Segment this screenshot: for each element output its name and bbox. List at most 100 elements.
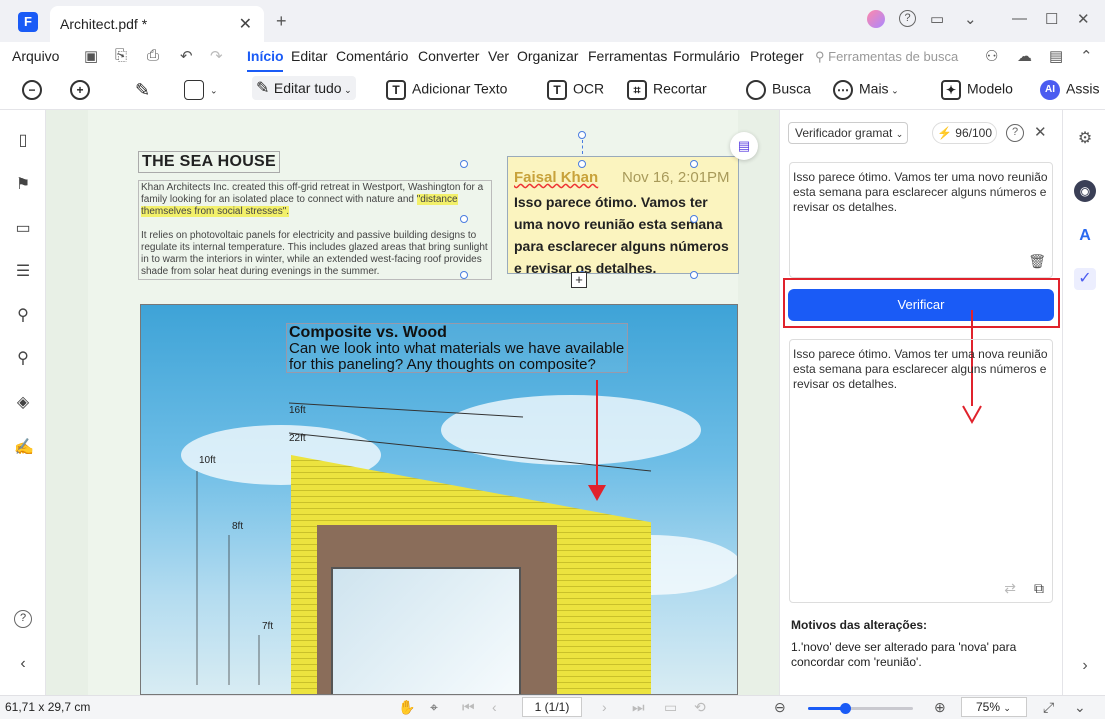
shape-button[interactable]: ⌄ — [184, 80, 218, 100]
page-thumbnail-icon[interactable]: ▯ — [14, 130, 32, 149]
collapse-ribbon-icon[interactable]: ⌃ — [1080, 47, 1093, 65]
translate-icon[interactable]: A — [1074, 225, 1096, 247]
select-tool-icon[interactable]: ⌖ — [430, 699, 438, 716]
image-annotation[interactable]: Composite vs. Wood Can we look into what… — [286, 323, 628, 373]
document-heading[interactable]: THE SEA HOUSE — [138, 151, 280, 173]
resize-handle[interactable] — [460, 215, 468, 223]
layers-icon[interactable]: ◈ — [14, 392, 32, 411]
share-network-icon[interactable]: ⚇ — [985, 47, 998, 65]
restore-icon[interactable]: ⌄ — [964, 10, 977, 28]
menu-ferramentas[interactable]: Ferramentas — [588, 48, 667, 64]
attachment-icon[interactable]: ⚲ — [14, 305, 32, 324]
close-window-icon[interactable]: ✕ — [1077, 10, 1090, 28]
verify-button[interactable]: Verificar — [788, 289, 1054, 321]
search-button[interactable]: Busca — [746, 80, 811, 100]
prev-page-icon[interactable]: ‹ — [492, 699, 497, 715]
tools-search[interactable]: ⚲ Ferramentas de busca — [815, 49, 958, 65]
architecture-image[interactable]: Composite vs. Wood Can we look into what… — [140, 304, 738, 695]
stack-icon[interactable]: ☰ — [14, 261, 32, 280]
menu-converter[interactable]: Converter — [418, 48, 479, 64]
signature-icon[interactable]: ✍ — [14, 437, 34, 456]
collapse-left-icon[interactable]: ‹ — [14, 655, 32, 673]
document-paragraph[interactable]: Khan Architects Inc. created this off-gr… — [138, 180, 492, 280]
comment-icon[interactable]: ▭ — [14, 218, 32, 237]
cloud-upload-icon[interactable]: ☁ — [1017, 47, 1032, 65]
resize-handle[interactable] — [690, 215, 698, 223]
app-logo-icon[interactable]: F — [18, 12, 38, 32]
template-button[interactable]: ✦ Modelo — [941, 80, 1013, 100]
zoom-in-icon[interactable]: ⊕ — [934, 699, 946, 716]
document-tab[interactable]: Architect.pdf * ✕ — [50, 6, 264, 42]
menu-ver[interactable]: Ver — [488, 48, 509, 64]
document-canvas[interactable]: THE SEA HOUSE Khan Architects Inc. creat… — [46, 110, 779, 695]
zoom-out-button[interactable]: − — [22, 80, 48, 100]
comment-note[interactable]: Faisal Khan Nov 16, 2:01PM Isso parece ó… — [507, 156, 739, 276]
user-avatar[interactable] — [867, 10, 885, 28]
tool-selector[interactable]: Verificador gramat ⌄ — [788, 122, 908, 144]
collapse-right-icon[interactable]: › — [1074, 655, 1096, 677]
zoom-select[interactable]: 75% ⌄ — [961, 697, 1027, 717]
resize-handle[interactable] — [690, 160, 698, 168]
ai-assistant-button[interactable]: AI Assis — [1040, 80, 1099, 100]
feedback-icon[interactable]: ▭ — [930, 10, 944, 28]
input-textarea[interactable]: Isso parece ótimo. Vamos ter uma novo re… — [789, 162, 1053, 278]
zoom-out-icon[interactable]: ⊖ — [774, 699, 786, 716]
menu-inicio[interactable]: Início — [247, 48, 284, 64]
help-icon[interactable]: ? — [899, 10, 916, 27]
move-handle-icon[interactable]: + — [571, 272, 587, 288]
print-icon[interactable]: ⎙ — [147, 47, 159, 64]
close-panel-icon[interactable]: ✕ — [1034, 123, 1047, 141]
rotate-page-icon[interactable]: ⟲ — [694, 699, 706, 716]
minimize-icon[interactable]: — — [1012, 10, 1027, 27]
resize-handle[interactable] — [460, 160, 468, 168]
crop-button[interactable]: ⌗ Recortar — [627, 80, 707, 100]
resize-handle[interactable] — [460, 271, 468, 279]
trash-icon[interactable]: 🗑 — [1028, 254, 1046, 269]
resize-handle[interactable] — [690, 271, 698, 279]
ocr-button[interactable]: T OCR — [547, 80, 604, 100]
page-number-input[interactable]: 1 (1/1) — [522, 697, 582, 717]
save-icon[interactable]: ▣ — [84, 47, 98, 65]
menu-comentario[interactable]: Comentário — [336, 48, 408, 64]
zoom-slider-knob[interactable] — [839, 703, 851, 714]
pdf-page[interactable]: THE SEA HOUSE Khan Architects Inc. creat… — [88, 110, 739, 695]
add-text-button[interactable]: T Adicionar Texto — [386, 80, 507, 100]
first-page-icon[interactable]: ⏮ — [462, 699, 475, 716]
help-icon[interactable]: ? — [14, 610, 32, 628]
copy-icon[interactable]: ⧉ — [1034, 581, 1044, 596]
menu-formulario[interactable]: Formulário — [673, 48, 740, 64]
redo-icon[interactable]: ↷ — [210, 47, 223, 65]
highlighter-button[interactable]: ✎ — [135, 80, 150, 101]
fullscreen-icon[interactable]: ⤢ — [1043, 699, 1054, 716]
ai-float-icon[interactable]: ▤ — [730, 132, 758, 160]
next-page-icon[interactable]: › — [602, 699, 607, 715]
undo-icon[interactable]: ↶ — [180, 47, 193, 65]
more-button[interactable]: ⋯ Mais ⌄ — [833, 80, 899, 100]
grammar-check-icon[interactable]: ✓ — [1074, 268, 1096, 290]
ai-robot-icon[interactable]: ◉ — [1074, 180, 1096, 202]
zoom-in-button[interactable]: + — [70, 80, 96, 100]
rotate-handle[interactable] — [578, 131, 586, 139]
help-icon[interactable]: ? — [1006, 124, 1024, 142]
edit-all-button[interactable]: ✎ Editar tudo ⌄ — [252, 76, 356, 100]
scroll-down-icon[interactable]: ⌄ — [1074, 699, 1086, 716]
maximize-icon[interactable]: ☐ — [1045, 10, 1058, 28]
window-icon[interactable]: ▤ — [1049, 47, 1063, 65]
zoom-slider[interactable] — [808, 703, 913, 714]
properties-sliders-icon[interactable]: ⚙ — [1074, 128, 1096, 150]
last-page-icon[interactable]: ⏭ — [632, 699, 645, 716]
search-icon[interactable]: ⚲ — [14, 348, 32, 367]
new-tab-icon[interactable]: + — [276, 11, 287, 32]
fit-page-icon[interactable]: ▭ — [664, 699, 677, 716]
hand-tool-icon[interactable]: ✋ — [398, 699, 415, 716]
menu-proteger[interactable]: Proteger — [750, 48, 804, 64]
output-textarea[interactable]: Isso parece ótimo. Vamos ter uma nova re… — [789, 339, 1053, 603]
menu-editar[interactable]: Editar — [291, 48, 328, 64]
menu-arquivo[interactable]: Arquivo — [12, 48, 59, 64]
close-tab-icon[interactable]: ✕ — [239, 14, 252, 34]
replace-icon[interactable]: ⇄ — [1004, 581, 1016, 596]
menu-organizar[interactable]: Organizar — [517, 48, 578, 64]
resize-handle[interactable] — [578, 160, 586, 168]
pdf-file-icon[interactable]: ⎘ — [115, 47, 127, 64]
bookmark-icon[interactable]: ⚑ — [14, 174, 32, 193]
